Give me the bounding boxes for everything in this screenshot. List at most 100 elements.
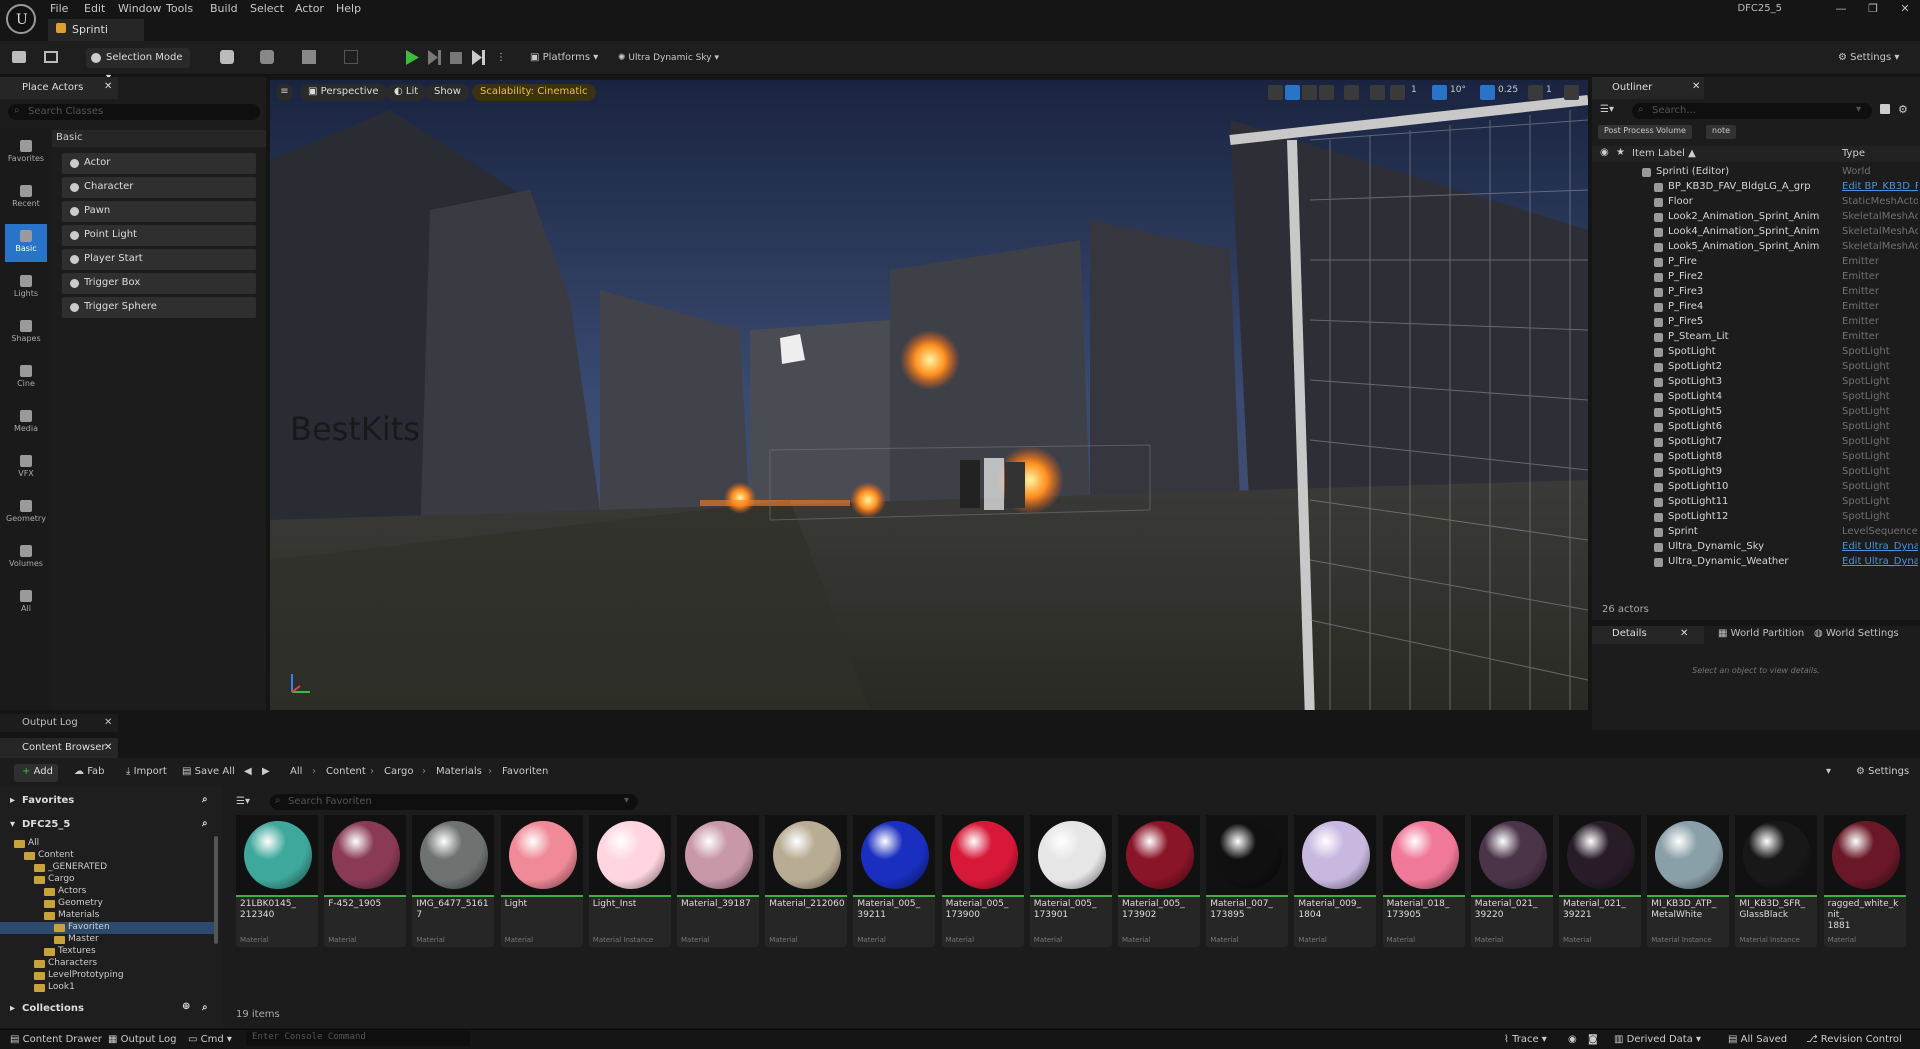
outliner-row[interactable]: SpotLight2 SpotLight bbox=[1592, 360, 1920, 375]
selection-mode-dropdown[interactable]: Selection Mode ▾ bbox=[86, 48, 190, 83]
search-classes-input[interactable]: ⌕ Search Classes bbox=[8, 104, 260, 120]
filter-icon[interactable]: ☰▾ bbox=[236, 796, 250, 807]
category-vfx[interactable]: VFX bbox=[5, 449, 47, 487]
breadcrumb-item[interactable]: Content bbox=[326, 766, 366, 777]
grid-size-value[interactable]: 1 bbox=[1411, 85, 1417, 95]
asset-tile[interactable]: 21LBK0145_ 212340 Material bbox=[236, 815, 318, 947]
column-item-label[interactable]: Item Label ▲ bbox=[1632, 148, 1696, 159]
translate-tool-icon[interactable] bbox=[1285, 85, 1300, 100]
surface-snap-icon[interactable] bbox=[1370, 85, 1385, 100]
step-button[interactable] bbox=[426, 49, 442, 66]
cmd-dropdown[interactable]: ▭ Cmd ▾ bbox=[188, 1034, 232, 1045]
actor-item-point-light[interactable]: Point Light bbox=[62, 225, 256, 246]
folder-textures[interactable]: Textures bbox=[0, 946, 216, 958]
scalability-badge[interactable]: Scalability: Cinematic bbox=[472, 84, 596, 101]
asset-search-input[interactable]: ⌕ Search Favoriten ▾ bbox=[270, 794, 638, 810]
outliner-row[interactable]: Look4_Animation_Sprint_Anim SkeletalMeshA… bbox=[1592, 225, 1920, 240]
unreal-logo-icon[interactable]: U bbox=[6, 4, 36, 34]
category-volumes[interactable]: Volumes bbox=[5, 539, 47, 577]
camera-icon[interactable]: ◙ bbox=[1588, 1034, 1598, 1045]
breadcrumb-item[interactable]: All bbox=[290, 766, 302, 777]
close-button[interactable]: ✕ bbox=[1890, 2, 1920, 18]
add-collection-icon[interactable]: ⊕ bbox=[182, 1001, 190, 1012]
folder-actors[interactable]: Actors bbox=[0, 886, 216, 898]
browse-icon[interactable] bbox=[44, 51, 58, 63]
perspective-button[interactable]: ▣ Perspective bbox=[300, 84, 387, 101]
save-icon[interactable] bbox=[12, 51, 26, 63]
scale-snap-icon[interactable] bbox=[1480, 85, 1495, 100]
asset-tile[interactable]: Material_39187 Material bbox=[677, 815, 759, 947]
asset-tile[interactable]: ragged_white_knit_ 1881 Material bbox=[1823, 815, 1906, 947]
outliner-row[interactable]: Look5_Animation_Sprint_Anim SkeletalMeshA… bbox=[1592, 240, 1920, 255]
search-icon[interactable]: ⌕ bbox=[202, 818, 208, 829]
project-section[interactable]: ▾ DFC25_5 ⌕ bbox=[0, 816, 222, 834]
output-log-tab[interactable]: Output Log ✕ bbox=[0, 714, 118, 732]
category-shapes[interactable]: Shapes bbox=[5, 314, 47, 352]
favorites-section[interactable]: ▸ Favorites ⌕ bbox=[0, 792, 222, 810]
row-type[interactable]: Edit Ultra_Dynam bbox=[1842, 556, 1918, 567]
actor-item-trigger-box[interactable]: Trigger Box bbox=[62, 273, 256, 294]
outliner-row[interactable]: Ultra_Dynamic_Weather Edit Ultra_Dynam bbox=[1592, 555, 1920, 570]
column-type[interactable]: Type bbox=[1842, 148, 1865, 159]
outliner-row[interactable]: SpotLight3 SpotLight bbox=[1592, 375, 1920, 390]
category-favorites[interactable]: Favorites bbox=[5, 134, 47, 172]
tab-world-settings[interactable]: ◍ World Settings bbox=[1814, 628, 1899, 639]
menu-window[interactable]: Window bbox=[118, 2, 161, 18]
import-button[interactable]: ⤓ Import bbox=[126, 766, 167, 777]
outliner-row[interactable]: Sprint LevelSequenceAc bbox=[1592, 525, 1920, 540]
console-input[interactable]: Enter Console Command bbox=[246, 1031, 470, 1046]
outliner-row[interactable]: P_Fire4 Emitter bbox=[1592, 300, 1920, 315]
rotation-snap-value[interactable]: 10° bbox=[1450, 85, 1466, 95]
play-button[interactable] bbox=[404, 49, 420, 66]
outliner-row[interactable]: Floor StaticMeshActor bbox=[1592, 195, 1920, 210]
outliner-row[interactable]: P_Fire2 Emitter bbox=[1592, 270, 1920, 285]
asset-tile[interactable]: Material_005_ 39211 Material bbox=[853, 815, 936, 947]
scale-snap-value[interactable]: 0.25 bbox=[1498, 85, 1518, 95]
cb-settings-button[interactable]: ⚙ Settings bbox=[1856, 766, 1909, 777]
folder-content[interactable]: Content bbox=[0, 850, 216, 862]
grid-snap-icon[interactable] bbox=[1390, 85, 1405, 100]
derived-data-dropdown[interactable]: ▥ Derived Data ▾ bbox=[1614, 1034, 1701, 1045]
asset-tile[interactable]: MI_KB3D_ATP_ MetalWhite Material Instance bbox=[1647, 815, 1730, 947]
actor-item-character[interactable]: Character bbox=[62, 177, 256, 198]
content-browser-tab[interactable]: Content Browser ✕ bbox=[0, 738, 118, 758]
row-type[interactable]: Edit Ultra_Dynam bbox=[1842, 541, 1918, 552]
add-content-icon[interactable] bbox=[220, 50, 234, 64]
breadcrumb-item[interactable]: Cargo bbox=[384, 766, 414, 777]
minimize-button[interactable]: — bbox=[1826, 2, 1856, 18]
collections-section[interactable]: ▸ Collections ⊕ ⌕ bbox=[0, 1000, 222, 1018]
menu-file[interactable]: File bbox=[50, 2, 68, 18]
asset-tile[interactable]: Light_Inst Material Instance bbox=[588, 815, 671, 947]
camera-speed-value[interactable]: 1 bbox=[1546, 85, 1552, 95]
category-cine[interactable]: Cine bbox=[5, 359, 47, 397]
asset-tile[interactable]: Material_005_ 173900 Material bbox=[941, 815, 1024, 947]
asset-tile[interactable]: MI_KB3D_SFR_ GlassBlack Material Instance bbox=[1735, 815, 1818, 947]
category-geometry[interactable]: Geometry bbox=[5, 494, 47, 532]
asset-tile[interactable]: Material_021_ 39221 Material bbox=[1559, 815, 1641, 947]
asset-tile[interactable]: Material_212060 Material bbox=[765, 815, 848, 947]
outliner-row[interactable]: SpotLight6 SpotLight bbox=[1592, 420, 1920, 435]
platforms-dropdown[interactable]: ▣ Platforms ▾ bbox=[530, 48, 598, 68]
category-media[interactable]: Media bbox=[5, 404, 47, 442]
star-icon[interactable]: ★ bbox=[1616, 147, 1625, 158]
outliner-tab[interactable]: Outliner ✕ bbox=[1592, 77, 1704, 99]
menu-actor[interactable]: Actor bbox=[295, 2, 324, 18]
outliner-row[interactable]: P_Fire3 Emitter bbox=[1592, 285, 1920, 300]
content-drawer-button[interactable]: ▤ Content Drawer bbox=[10, 1034, 102, 1045]
breadcrumb-dropdown-icon[interactable]: ▾ bbox=[1826, 766, 1831, 777]
trace-dropdown[interactable]: ⌇ Trace ▾ bbox=[1504, 1034, 1547, 1045]
close-icon[interactable]: ✕ bbox=[104, 742, 112, 753]
fab-button[interactable]: ☁ Fab bbox=[74, 766, 105, 777]
filter-icon[interactable]: ☰▾ bbox=[1600, 104, 1614, 115]
outliner-row[interactable]: Look2_Animation_Sprint_Anim SkeletalMeshA… bbox=[1592, 210, 1920, 225]
outliner-row[interactable]: SpotLight5 SpotLight bbox=[1592, 405, 1920, 420]
folder-geometry[interactable]: Geometry bbox=[0, 898, 216, 910]
world-space-icon[interactable] bbox=[1344, 85, 1359, 100]
eject-button[interactable] bbox=[470, 49, 486, 66]
search-icon[interactable]: ⌕ bbox=[202, 1002, 208, 1013]
breadcrumb-item[interactable]: Materials bbox=[436, 766, 482, 777]
folder-generated[interactable]: _GENERATED bbox=[0, 862, 216, 874]
folder-all[interactable]: All bbox=[0, 838, 216, 850]
search-icon[interactable]: ⌕ bbox=[202, 794, 208, 805]
menu-build[interactable]: Build bbox=[210, 2, 238, 18]
